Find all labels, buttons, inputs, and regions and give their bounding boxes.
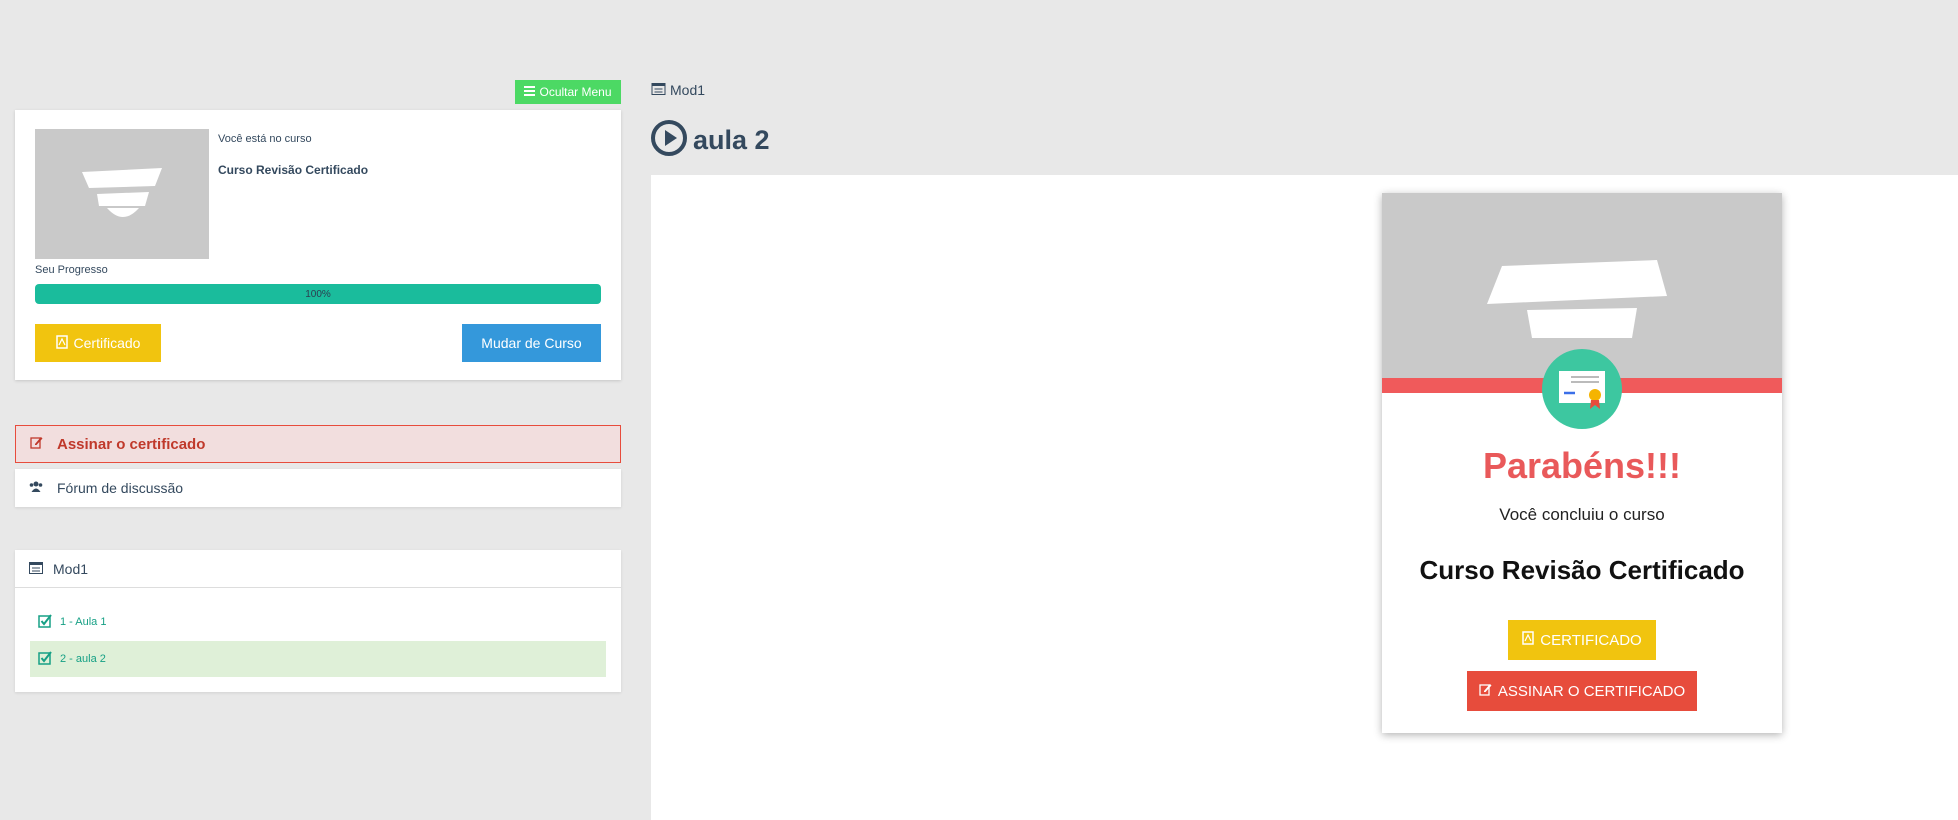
lesson-title: aula 2 [693, 125, 770, 155]
congrats-title: Parabéns!!! [1482, 445, 1682, 486]
bars-icon [524, 85, 536, 99]
change-course-label: Mudar de Curso [481, 335, 582, 351]
progress-text: 100% [305, 288, 331, 300]
toggle-menu-label: Ocultar Menu [539, 85, 612, 99]
module-title: Mod1 [53, 560, 89, 577]
lesson-heading: aula 2 [651, 120, 770, 161]
sign-certificate-label: Assinar o certificado [57, 435, 206, 453]
course-name: Curso Revisão Certificado [218, 163, 369, 177]
lesson-label: 1 - Aula 1 [60, 616, 107, 628]
card-sign-label: ASSINAR O CERTIFICADO [1497, 682, 1686, 700]
lesson-label: 2 - aula 2 [60, 653, 106, 665]
breadcrumb[interactable]: Mod1 [651, 82, 705, 98]
breadcrumb-module: Mod1 [670, 82, 706, 98]
toggle-menu-button[interactable]: Ocultar Menu [515, 80, 621, 104]
users-icon [29, 480, 43, 496]
change-course-button[interactable]: Mudar de Curso [462, 324, 601, 362]
course-intro-text: Você está no curso [218, 133, 312, 145]
certificate-icon [1542, 349, 1622, 429]
lesson-item-2[interactable]: 2 - aula 2 [30, 641, 606, 677]
course-thumbnail [35, 129, 209, 259]
module-header[interactable]: Mod1 [15, 550, 621, 588]
file-pdf-icon [1522, 631, 1535, 649]
edit-icon [30, 436, 43, 453]
lesson-item-1[interactable]: 1 - Aula 1 [30, 604, 606, 640]
progress-fill: 100% [35, 284, 601, 304]
list-alt-icon [29, 561, 43, 577]
play-circle-icon [651, 120, 687, 161]
congrats-subtitle: Você concluiu o curso [1499, 505, 1665, 524]
graduation-cap-icon [82, 168, 162, 217]
graduation-cap-icon [1487, 259, 1667, 338]
certificate-button[interactable]: Certificado [35, 324, 161, 362]
progress-bar: 100% [35, 284, 601, 304]
check-square-icon [38, 650, 52, 668]
progress-label: Seu Progresso [35, 264, 108, 276]
card-certificate-label: CERTIFICADO [1540, 631, 1642, 649]
card-sign-certificate-button[interactable]: ASSINAR O CERTIFICADO [1467, 671, 1697, 711]
forum-link[interactable]: Fórum de discussão [15, 469, 621, 507]
forum-label: Fórum de discussão [57, 480, 184, 496]
card-certificate-button[interactable]: CERTIFICADO [1508, 620, 1656, 660]
file-pdf-icon [55, 334, 68, 352]
list-alt-icon [651, 82, 666, 98]
check-square-icon [38, 613, 52, 631]
certificate-button-label: Certificado [73, 335, 141, 351]
sign-certificate-link[interactable]: Assinar o certificado [15, 425, 621, 463]
completed-course-name: Curso Revisão Certificado [1419, 555, 1745, 585]
edit-icon [1479, 683, 1492, 700]
